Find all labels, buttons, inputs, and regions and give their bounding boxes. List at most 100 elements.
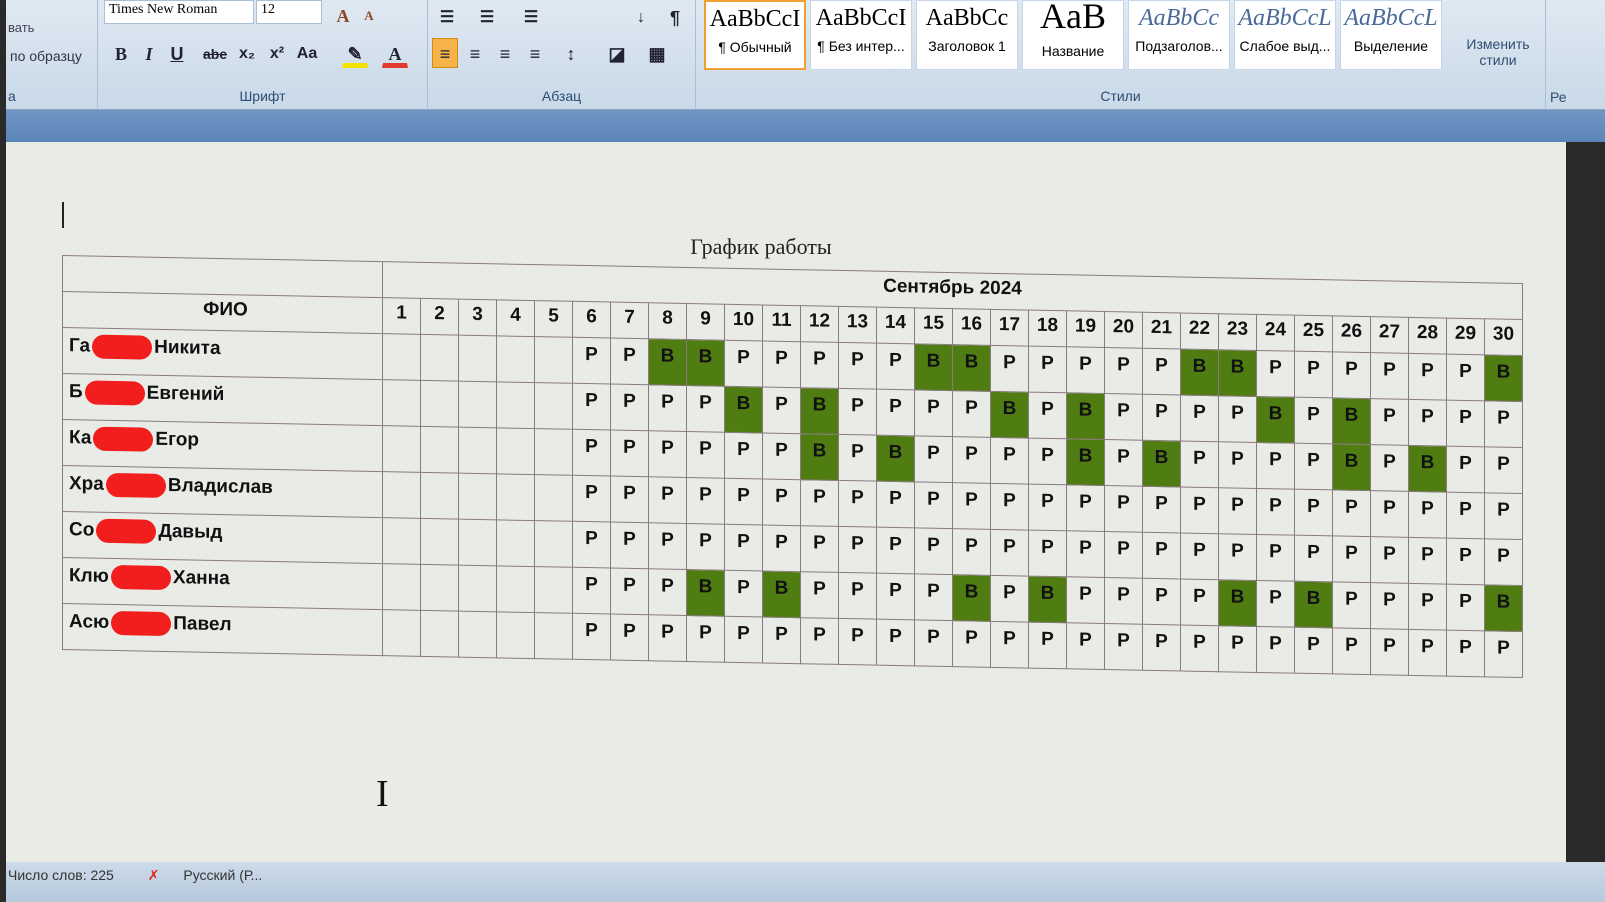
schedule-cell[interactable]: Р bbox=[1484, 446, 1523, 494]
schedule-cell[interactable]: В bbox=[952, 574, 991, 622]
schedule-cell[interactable]: Р bbox=[1294, 627, 1333, 674]
schedule-cell[interactable]: Р bbox=[1142, 578, 1181, 625]
schedule-cell[interactable]: Р bbox=[1218, 441, 1257, 489]
schedule-cell[interactable]: Р bbox=[724, 524, 763, 571]
schedule-cell[interactable]: Р bbox=[724, 340, 763, 387]
document-page[interactable]: График работы Сентябрь 2024 ФИО 1 2 3 4 5 6 7 8 9 1… bbox=[6, 142, 1566, 862]
schedule-cell[interactable]: Р bbox=[610, 614, 649, 661]
schedule-cell[interactable]: Р bbox=[876, 389, 915, 436]
schedule-cell[interactable]: Р bbox=[1332, 351, 1371, 399]
schedule-cell[interactable]: Р bbox=[876, 619, 915, 666]
format-painter-button[interactable]: по образцу bbox=[10, 48, 82, 64]
schedule-cell[interactable]: Р bbox=[1218, 625, 1257, 673]
schedule-cell[interactable]: Р bbox=[1028, 622, 1067, 669]
schedule-cell[interactable]: Р bbox=[648, 430, 687, 478]
schedule-cell[interactable] bbox=[420, 426, 459, 474]
schedule-cell[interactable]: Р bbox=[572, 337, 611, 385]
schedule-cell[interactable]: Р bbox=[838, 434, 877, 482]
schedule-cell[interactable] bbox=[458, 335, 497, 382]
schedule-cell[interactable]: Р bbox=[1028, 346, 1067, 393]
schedule-cell[interactable]: Р bbox=[800, 479, 839, 527]
underline-button[interactable]: U bbox=[164, 38, 190, 68]
schedule-cell[interactable]: Р bbox=[724, 432, 763, 479]
schedule-cell[interactable]: Р bbox=[838, 618, 877, 666]
schedule-cell[interactable]: Р bbox=[762, 432, 801, 480]
schedule-cell[interactable]: Р bbox=[572, 429, 611, 477]
superscript-button[interactable]: x² bbox=[264, 38, 290, 68]
bullets-icon[interactable]: ☰ bbox=[434, 2, 460, 32]
schedule-cell[interactable]: Р bbox=[762, 616, 801, 664]
schedule-cell[interactable]: Р bbox=[1218, 395, 1257, 443]
schedule-cell[interactable]: В bbox=[876, 435, 915, 482]
schedule-cell[interactable]: Р bbox=[1370, 490, 1409, 538]
schedule-cell[interactable]: Р bbox=[914, 435, 953, 483]
schedule-cell[interactable]: Р bbox=[1446, 630, 1485, 677]
schedule-cell[interactable]: Р bbox=[1104, 485, 1143, 533]
schedule-cell[interactable]: Р bbox=[1370, 582, 1409, 630]
schedule-cell[interactable]: Р bbox=[1332, 581, 1371, 629]
schedule-cell[interactable]: Р bbox=[1066, 346, 1105, 394]
schedule-cell[interactable]: Р bbox=[1180, 624, 1219, 672]
style-7[interactable]: AaBbCcL Выделение bbox=[1340, 0, 1442, 70]
schedule-cell[interactable]: Р bbox=[762, 524, 801, 572]
schedule-cell[interactable] bbox=[458, 381, 497, 428]
cut-button[interactable]: вать bbox=[8, 20, 34, 35]
schedule-cell[interactable]: Р bbox=[572, 567, 611, 615]
schedule-cell[interactable] bbox=[534, 382, 573, 430]
schedule-cell[interactable] bbox=[382, 333, 421, 381]
schedule-cell[interactable] bbox=[382, 609, 421, 657]
schedule-cell[interactable]: Р bbox=[914, 481, 953, 529]
schedule-cell[interactable]: Р bbox=[1332, 627, 1371, 675]
align-center-icon[interactable]: ≡ bbox=[462, 38, 488, 68]
schedule-cell[interactable]: Р bbox=[610, 568, 649, 615]
schedule-cell[interactable]: Р bbox=[610, 384, 649, 431]
schedule-cell[interactable]: Р bbox=[1484, 538, 1523, 586]
schedule-cell[interactable] bbox=[458, 611, 497, 658]
schedule-cell[interactable] bbox=[458, 473, 497, 520]
schedule-cell[interactable]: В bbox=[1218, 349, 1257, 397]
highlight-icon[interactable]: ✎ bbox=[342, 38, 368, 68]
schedule-cell[interactable]: Р bbox=[1294, 489, 1333, 536]
style-4[interactable]: AaB Название bbox=[1022, 0, 1124, 70]
schedule-cell[interactable] bbox=[534, 566, 573, 614]
justify-icon[interactable]: ≡ bbox=[522, 38, 548, 68]
spellcheck-icon[interactable]: ✗ bbox=[148, 867, 160, 883]
schedule-cell[interactable]: В bbox=[1066, 392, 1105, 440]
schedule-cell[interactable]: Р bbox=[1028, 484, 1067, 531]
subscript-button[interactable]: x₂ bbox=[234, 38, 260, 68]
schedule-cell[interactable]: Р bbox=[686, 477, 725, 525]
employee-name[interactable]: Клю Ханна bbox=[62, 557, 383, 610]
schedule-cell[interactable]: Р bbox=[610, 476, 649, 523]
schedule-cell[interactable]: Р bbox=[914, 619, 953, 667]
schedule-cell[interactable]: Р bbox=[572, 613, 611, 661]
schedule-cell[interactable]: Р bbox=[800, 571, 839, 619]
schedule-cell[interactable]: Р bbox=[648, 522, 687, 570]
schedule-cell[interactable]: Р bbox=[1180, 486, 1219, 534]
schedule-cell[interactable] bbox=[534, 336, 573, 384]
schedule-cell[interactable]: В bbox=[724, 386, 763, 433]
sort-icon[interactable]: ↓ bbox=[628, 2, 654, 32]
style-3[interactable]: AaBbCc Заголовок 1 bbox=[916, 0, 1018, 70]
schedule-cell[interactable]: В bbox=[1180, 348, 1219, 396]
schedule-cell[interactable]: Р bbox=[1294, 535, 1333, 582]
schedule-cell[interactable] bbox=[534, 428, 573, 476]
schedule-cell[interactable]: В bbox=[1028, 576, 1067, 623]
strikethrough-button[interactable]: abe bbox=[202, 38, 228, 68]
schedule-cell[interactable]: Р bbox=[1408, 399, 1447, 447]
schedule-cell[interactable]: Р bbox=[1446, 354, 1485, 401]
schedule-cell[interactable] bbox=[496, 519, 535, 567]
schedule-cell[interactable]: Р bbox=[1142, 532, 1181, 579]
schedule-cell[interactable]: Р bbox=[952, 390, 991, 438]
schedule-cell[interactable]: Р bbox=[1104, 623, 1143, 671]
schedule-cell[interactable]: Р bbox=[990, 345, 1029, 393]
word-count[interactable]: Число слов: 225 bbox=[8, 867, 114, 883]
schedule-cell[interactable]: Р bbox=[876, 573, 915, 620]
schedule-cell[interactable]: Р bbox=[762, 386, 801, 434]
change-styles-button[interactable]: Изменить стили bbox=[1458, 36, 1538, 68]
schedule-cell[interactable]: Р bbox=[1294, 397, 1333, 444]
schedule-cell[interactable]: Р bbox=[1370, 398, 1409, 446]
schedule-cell[interactable]: Р bbox=[1066, 576, 1105, 624]
schedule-cell[interactable] bbox=[496, 565, 535, 613]
schedule-cell[interactable]: Р bbox=[838, 572, 877, 620]
bold-button[interactable]: B bbox=[108, 38, 134, 68]
